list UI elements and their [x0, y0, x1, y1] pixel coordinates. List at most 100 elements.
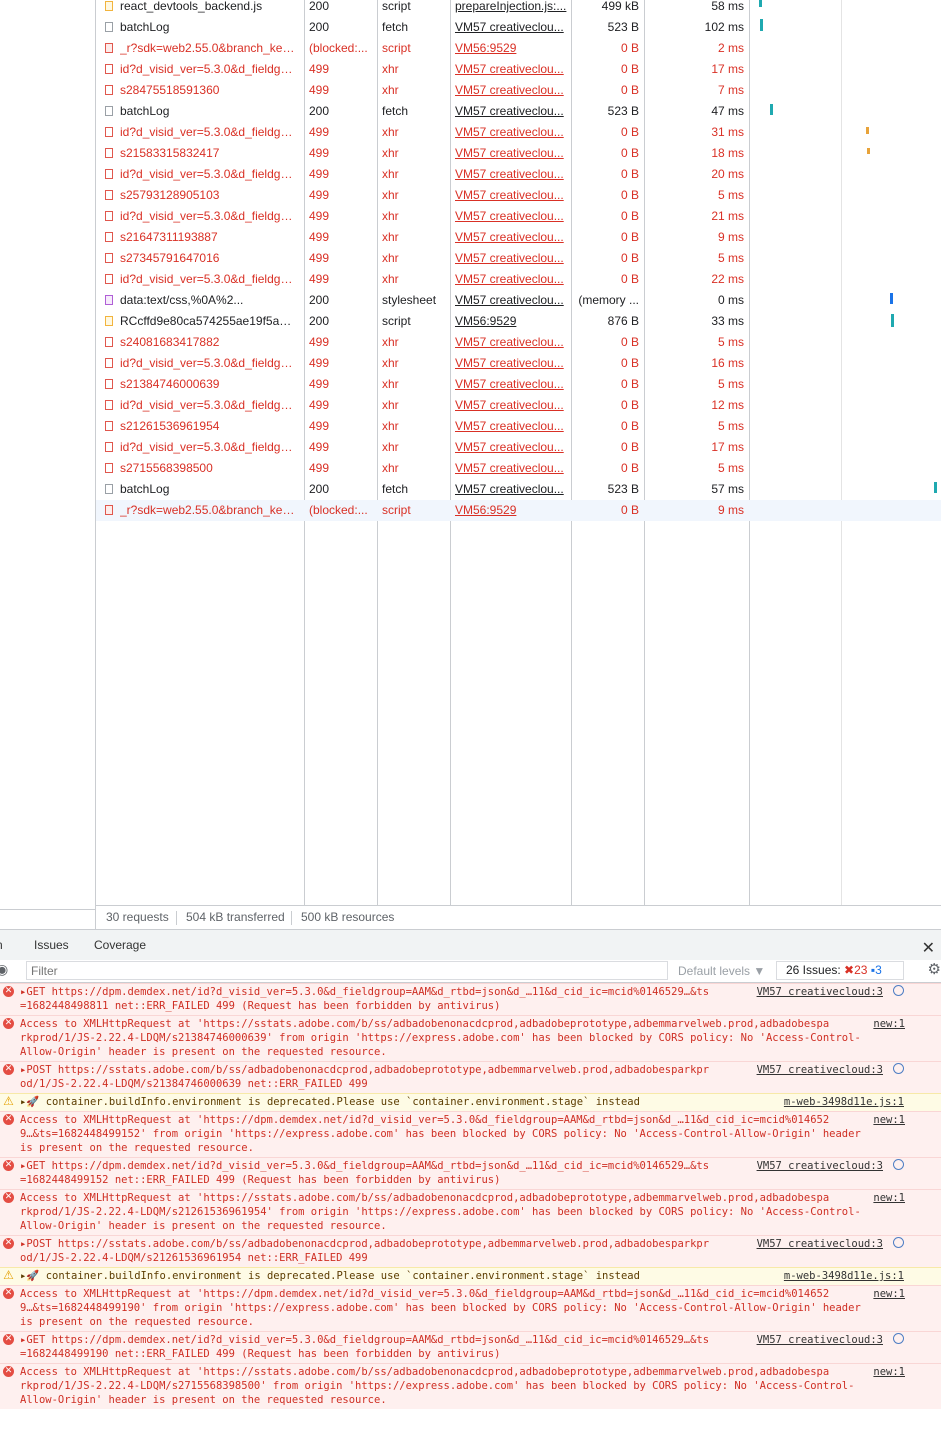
- error-icon: ✕: [3, 1064, 14, 1075]
- network-row[interactable]: batchLog 200 fetch VM57 creativeclou... 523 …: [96, 17, 941, 38]
- console-warning[interactable]: ⚠ ▸🚀 container.buildInfo.environment is d…: [0, 1267, 941, 1285]
- network-globe-icon[interactable]: [893, 1237, 904, 1248]
- request-initiator-link[interactable]: VM57 creativeclou...: [455, 353, 567, 374]
- network-row[interactable]: s27345791647016 499 xhr VM57 creativeclou..…: [96, 248, 941, 269]
- source-link[interactable]: new:1: [869, 1191, 905, 1205]
- console-error[interactable]: ✕ ▸GET https://dpm.demdex.net/id?d_visid_…: [0, 1157, 941, 1189]
- console-error[interactable]: ✕ ▸GET https://dpm.demdex.net/id?d_visid_…: [0, 983, 941, 1015]
- request-initiator-link[interactable]: VM57 creativeclou...: [455, 143, 567, 164]
- network-row[interactable]: id?d_visid_ver=5.3.0&d_fieldgro... 499 xhr…: [96, 353, 941, 374]
- source-link[interactable]: VM57 creativecloud:3: [752, 1333, 883, 1347]
- network-row[interactable]: data:text/css,%0A%2... 200 stylesheet VM57 …: [96, 290, 941, 311]
- source-link[interactable]: VM57 creativecloud:3: [752, 1237, 883, 1251]
- request-initiator-link[interactable]: VM57 creativeclou...: [455, 122, 567, 143]
- request-initiator-link[interactable]: VM57 creativeclou...: [455, 206, 567, 227]
- request-initiator-link[interactable]: VM57 creativeclou...: [455, 437, 567, 458]
- network-row[interactable]: id?d_visid_ver=5.3.0&d_fieldgro... 499 xhr…: [96, 59, 941, 80]
- request-initiator-link[interactable]: VM57 creativeclou...: [455, 164, 567, 185]
- request-initiator-link[interactable]: VM57 creativeclou...: [455, 185, 567, 206]
- network-row[interactable]: s21647311193887 499 xhr VM57 creativeclou..…: [96, 227, 941, 248]
- request-initiator-link[interactable]: VM57 creativeclou...: [455, 227, 567, 248]
- request-initiator-link[interactable]: VM57 creativeclou...: [455, 248, 567, 269]
- request-initiator-link[interactable]: prepareInjection.js:...: [455, 0, 567, 17]
- request-time: 12 ms: [711, 398, 744, 412]
- issues-counter-button[interactable]: 26 Issues: ✖23 ▪3: [776, 961, 904, 980]
- source-link[interactable]: VM57 creativecloud:3: [752, 985, 883, 999]
- request-initiator-link[interactable]: VM57 creativeclou...: [455, 290, 567, 311]
- request-status: 499: [309, 419, 330, 433]
- request-initiator-link[interactable]: VM57 creativeclou...: [455, 416, 567, 437]
- request-type: xhr: [382, 62, 399, 76]
- eye-icon[interactable]: ◉: [0, 961, 8, 978]
- request-initiator-link[interactable]: VM57 creativeclou...: [455, 332, 567, 353]
- source-link[interactable]: VM57 creativecloud:3: [752, 1063, 883, 1077]
- request-initiator-link[interactable]: VM56:9529: [455, 311, 567, 332]
- network-row[interactable]: _r?sdk=web2.55.0&branch_key... (blocked:.…: [96, 38, 941, 59]
- request-time: 9 ms: [717, 230, 744, 244]
- network-row[interactable]: s25793128905103 499 xhr VM57 creativeclou..…: [96, 185, 941, 206]
- console-error[interactable]: ✕ Access to XMLHttpRequest at 'https://ss…: [0, 1363, 941, 1409]
- tab-coverage[interactable]: Coverage: [94, 938, 146, 952]
- network-row[interactable]: s21261536961954 499 xhr VM57 creativeclou..…: [96, 416, 941, 437]
- network-globe-icon[interactable]: [893, 1159, 904, 1170]
- console-error[interactable]: ✕ ▸POST https://sstats.adobe.com/b/ss/adb…: [0, 1061, 941, 1093]
- request-initiator-link[interactable]: VM57 creativeclou...: [455, 395, 567, 416]
- source-link[interactable]: m-web-3498d11e.js:1: [779, 1095, 904, 1109]
- console-error[interactable]: ✕ Access to XMLHttpRequest at 'https://ss…: [0, 1015, 941, 1061]
- request-time: 33 ms: [711, 314, 744, 328]
- console-error[interactable]: ✕ ▸POST https://sstats.adobe.com/b/ss/adb…: [0, 1235, 941, 1267]
- network-row[interactable]: react_devtools_backend.js 200 script prepar…: [96, 0, 941, 17]
- gear-icon[interactable]: ⚙: [928, 960, 941, 978]
- file-icon: [105, 169, 113, 179]
- request-initiator-link[interactable]: VM56:9529: [455, 500, 567, 521]
- request-initiator-link[interactable]: VM57 creativeclou...: [455, 80, 567, 101]
- network-row[interactable]: id?d_visid_ver=5.3.0&d_fieldgro... 499 xhr…: [96, 437, 941, 458]
- close-icon[interactable]: ✕: [922, 938, 935, 958]
- request-initiator-link[interactable]: VM57 creativeclou...: [455, 101, 567, 122]
- source-link[interactable]: new:1: [869, 1287, 905, 1301]
- console-error[interactable]: ✕ Access to XMLHttpRequest at 'https://dp…: [0, 1111, 941, 1157]
- network-row[interactable]: RCcffd9e80ca574255ae19f5aac0... 200 script…: [96, 311, 941, 332]
- network-row[interactable]: id?d_visid_ver=5.3.0&d_fieldgro... 499 xhr…: [96, 164, 941, 185]
- network-row[interactable]: s21583315832417 499 xhr VM57 creativeclou..…: [96, 143, 941, 164]
- network-row[interactable]: batchLog 200 fetch VM57 creativeclou... 523 …: [96, 101, 941, 122]
- console-warning[interactable]: ⚠ ▸🚀 container.buildInfo.environment is d…: [0, 1093, 941, 1111]
- source-link[interactable]: m-web-3498d11e.js:1: [779, 1269, 904, 1283]
- network-row[interactable]: s2715568398500 499 xhr VM57 creativeclou...…: [96, 458, 941, 479]
- network-row[interactable]: id?d_visid_ver=5.3.0&d_fieldgro... 499 xhr…: [96, 269, 941, 290]
- request-time: 102 ms: [704, 20, 744, 34]
- network-globe-icon[interactable]: [893, 1333, 904, 1344]
- request-initiator-link[interactable]: VM57 creativeclou...: [455, 479, 567, 500]
- source-link[interactable]: new:1: [869, 1365, 905, 1379]
- log-levels-dropdown[interactable]: Default levels ▼: [678, 964, 765, 978]
- request-initiator-link[interactable]: VM57 creativeclou...: [455, 59, 567, 80]
- request-time: 5 ms: [717, 419, 744, 433]
- source-link[interactable]: VM57 creativecloud:3: [752, 1159, 883, 1173]
- request-initiator-link[interactable]: VM56:9529: [455, 38, 567, 59]
- tab-console-partial[interactable]: n: [0, 938, 3, 952]
- request-initiator-link[interactable]: VM57 creativeclou...: [455, 269, 567, 290]
- network-globe-icon[interactable]: [893, 1063, 904, 1074]
- console-filter-input[interactable]: [26, 961, 668, 980]
- network-globe-icon[interactable]: [893, 985, 904, 996]
- network-row[interactable]: batchLog 200 fetch VM57 creativeclou... 523 …: [96, 479, 941, 500]
- tab-issues[interactable]: Issues: [34, 938, 69, 952]
- source-link[interactable]: new:1: [869, 1017, 905, 1031]
- source-link[interactable]: new:1: [869, 1113, 905, 1127]
- request-status: 200: [309, 482, 330, 496]
- network-row[interactable]: _r?sdk=web2.55.0&branch_key... (blocked:.…: [96, 500, 941, 521]
- network-row[interactable]: s24081683417882 499 xhr VM57 creativeclou..…: [96, 332, 941, 353]
- request-initiator-link[interactable]: VM57 creativeclou...: [455, 374, 567, 395]
- network-row[interactable]: s28475518591360 499 xhr VM57 creativeclou..…: [96, 80, 941, 101]
- console-error[interactable]: ✕ Access to XMLHttpRequest at 'https://dp…: [0, 1285, 941, 1331]
- request-initiator-link[interactable]: VM57 creativeclou...: [455, 17, 567, 38]
- network-row[interactable]: id?d_visid_ver=5.3.0&d_fieldgro... 499 xhr…: [96, 206, 941, 227]
- request-type: xhr: [382, 83, 399, 97]
- network-row[interactable]: id?d_visid_ver=5.3.0&d_fieldgro... 499 xhr…: [96, 395, 941, 416]
- console-error[interactable]: ✕ ▸GET https://dpm.demdex.net/id?d_visid_…: [0, 1331, 941, 1363]
- request-initiator-link[interactable]: VM57 creativeclou...: [455, 458, 567, 479]
- network-row[interactable]: s21384746000639 499 xhr VM57 creativeclou..…: [96, 374, 941, 395]
- network-row[interactable]: id?d_visid_ver=5.3.0&d_fieldgro... 499 xhr…: [96, 122, 941, 143]
- console-error[interactable]: ✕ Access to XMLHttpRequest at 'https://ss…: [0, 1189, 941, 1235]
- request-type: xhr: [382, 440, 399, 454]
